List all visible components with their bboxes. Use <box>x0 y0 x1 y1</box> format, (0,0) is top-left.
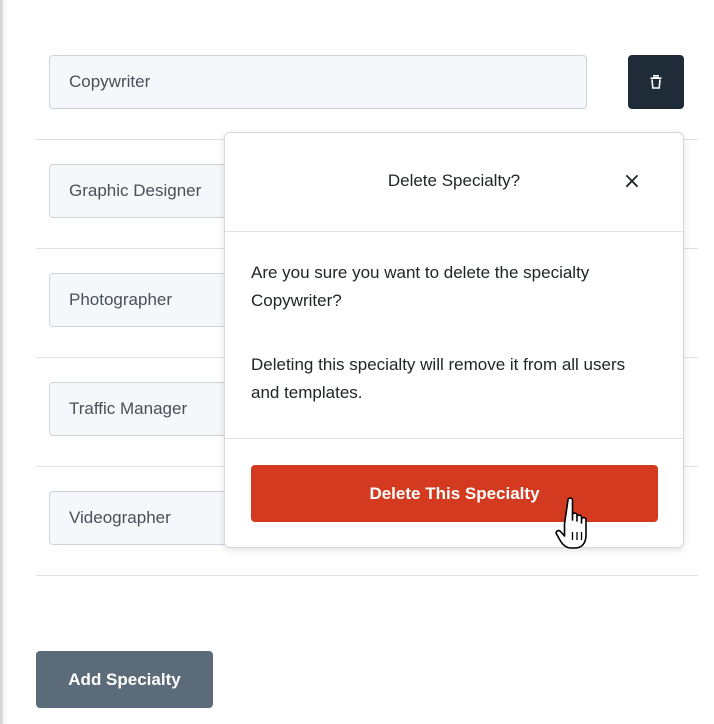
page-left-border <box>0 0 10 724</box>
popover-body: Are you sure you want to delete the spec… <box>251 231 661 438</box>
delete-specialty-button[interactable] <box>628 55 684 109</box>
trash-icon <box>650 75 662 89</box>
popover-footer: Delete This Specialty <box>225 438 683 548</box>
specialty-input[interactable] <box>49 55 587 109</box>
add-specialty-button[interactable]: Add Specialty <box>36 651 213 708</box>
warning-message: Deleting this specialty will remove it f… <box>251 355 626 402</box>
close-popover-button[interactable]: × <box>615 165 649 199</box>
delete-confirm-popover: Delete Specialty? × Are you sure you wan… <box>224 132 684 548</box>
confirm-message: Are you sure you want to delete the spec… <box>251 263 590 310</box>
specialty-row <box>36 30 698 140</box>
popover-header: Delete Specialty? × <box>225 133 683 232</box>
delete-this-specialty-button[interactable]: Delete This Specialty <box>251 465 658 522</box>
